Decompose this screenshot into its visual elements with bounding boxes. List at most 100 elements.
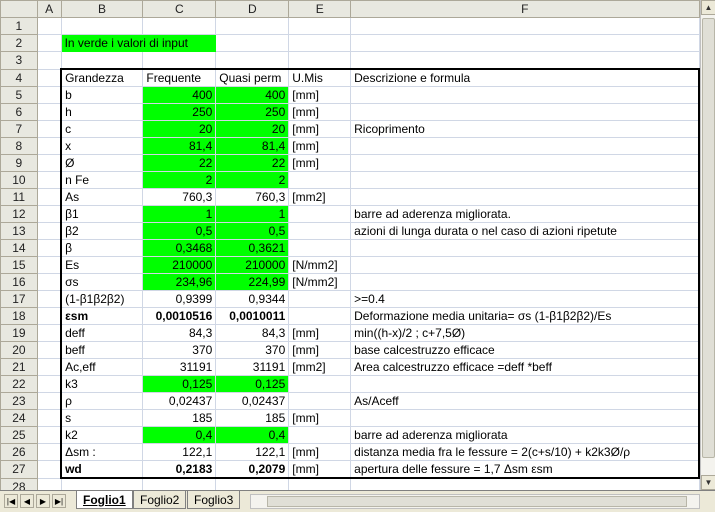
unit-cell[interactable] bbox=[288, 307, 352, 325]
cell[interactable] bbox=[36, 341, 62, 359]
frequente-value-cell[interactable]: 1 bbox=[142, 205, 217, 223]
description-cell[interactable] bbox=[350, 171, 700, 189]
cell[interactable] bbox=[36, 239, 62, 257]
header-description[interactable]: Descrizione e formula bbox=[350, 68, 700, 87]
row-header[interactable]: 5 bbox=[0, 86, 38, 104]
vertical-scrollbar[interactable]: ▲ ▼ bbox=[700, 0, 715, 490]
row-header[interactable]: 4 bbox=[0, 68, 38, 87]
prev-sheet-icon[interactable]: ◀ bbox=[20, 494, 34, 508]
row-header[interactable]: 14 bbox=[0, 239, 38, 257]
row-header[interactable]: 1 bbox=[0, 17, 38, 35]
unit-cell[interactable]: [mm2] bbox=[288, 188, 352, 206]
quantity-cell[interactable]: (1-β1β2β2) bbox=[60, 290, 144, 308]
description-cell[interactable]: Deformazione media unitaria= σs (1-β1β2β… bbox=[350, 307, 700, 325]
description-cell[interactable]: Area calcestruzzo efficace =deff *beff bbox=[350, 358, 700, 376]
cell[interactable] bbox=[36, 205, 62, 223]
description-cell[interactable]: azioni di lunga durata o nel caso di azi… bbox=[350, 222, 700, 240]
row-header[interactable]: 10 bbox=[0, 171, 38, 189]
description-cell[interactable] bbox=[350, 256, 700, 274]
row-header[interactable]: 26 bbox=[0, 443, 38, 461]
description-cell[interactable] bbox=[350, 154, 700, 172]
quasi-perm-value-cell[interactable]: 31191 bbox=[215, 358, 290, 376]
quantity-cell[interactable]: σs bbox=[60, 273, 144, 291]
frequente-value-cell[interactable]: 250 bbox=[142, 103, 217, 121]
unit-cell[interactable]: [mm] bbox=[288, 460, 352, 479]
cell[interactable] bbox=[36, 307, 62, 325]
row-header[interactable]: 7 bbox=[0, 120, 38, 138]
quasi-perm-value-cell[interactable]: 224,99 bbox=[215, 273, 290, 291]
cell[interactable] bbox=[36, 256, 62, 274]
quasi-perm-value-cell[interactable]: 400 bbox=[215, 86, 290, 104]
cell[interactable] bbox=[350, 34, 700, 52]
row-header[interactable]: 23 bbox=[0, 392, 38, 410]
row-header[interactable]: 27 bbox=[0, 460, 38, 479]
cell[interactable] bbox=[142, 17, 217, 35]
cell[interactable] bbox=[350, 17, 700, 35]
frequente-value-cell[interactable]: 2 bbox=[142, 171, 217, 189]
row-header[interactable]: 13 bbox=[0, 222, 38, 240]
cell[interactable] bbox=[142, 51, 217, 70]
quantity-cell[interactable]: wd bbox=[60, 460, 144, 479]
quasi-perm-value-cell[interactable]: 0,9344 bbox=[215, 290, 290, 308]
header-grandezza[interactable]: Grandezza bbox=[60, 68, 144, 87]
unit-cell[interactable]: [mm] bbox=[288, 103, 352, 121]
last-sheet-icon[interactable]: ▶| bbox=[52, 494, 66, 508]
unit-cell[interactable]: [mm] bbox=[288, 137, 352, 155]
unit-cell[interactable]: [mm] bbox=[288, 409, 352, 427]
quasi-perm-value-cell[interactable]: 0,125 bbox=[215, 375, 290, 393]
select-all-corner[interactable] bbox=[0, 0, 38, 18]
row-header[interactable]: 24 bbox=[0, 409, 38, 427]
scroll-up-icon[interactable]: ▲ bbox=[701, 0, 715, 15]
cell[interactable] bbox=[36, 51, 62, 70]
input-legend-cell[interactable]: In verde i valori di input bbox=[60, 34, 217, 52]
row-header[interactable]: 18 bbox=[0, 307, 38, 325]
cell[interactable] bbox=[215, 17, 290, 35]
cell-table[interactable]: A B C D E F 1 2 In verde i valori di inp… bbox=[0, 0, 700, 490]
description-cell[interactable] bbox=[350, 273, 700, 291]
cell[interactable] bbox=[36, 477, 62, 490]
row-header[interactable]: 2 bbox=[0, 34, 38, 52]
description-cell[interactable]: >=0.4 bbox=[350, 290, 700, 308]
row-header[interactable]: 15 bbox=[0, 256, 38, 274]
quasi-perm-value-cell[interactable]: 760,3 bbox=[215, 188, 290, 206]
frequente-value-cell[interactable]: 122,1 bbox=[142, 443, 217, 461]
tab-foglio2[interactable]: Foglio2 bbox=[133, 491, 187, 509]
unit-cell[interactable] bbox=[288, 426, 352, 444]
description-cell[interactable] bbox=[350, 86, 700, 104]
header-frequente[interactable]: Frequente bbox=[142, 68, 217, 87]
quasi-perm-value-cell[interactable]: 84,3 bbox=[215, 324, 290, 342]
description-cell[interactable]: min((h-x)/2 ; c+7,5Ø) bbox=[350, 324, 700, 342]
row-header[interactable]: 21 bbox=[0, 358, 38, 376]
unit-cell[interactable] bbox=[288, 239, 352, 257]
quantity-cell[interactable]: β bbox=[60, 239, 144, 257]
quantity-cell[interactable]: beff bbox=[60, 341, 144, 359]
quantity-cell[interactable]: k2 bbox=[60, 426, 144, 444]
row-header[interactable]: 19 bbox=[0, 324, 38, 342]
unit-cell[interactable] bbox=[288, 171, 352, 189]
cell[interactable] bbox=[36, 86, 62, 104]
quasi-perm-value-cell[interactable]: 2 bbox=[215, 171, 290, 189]
unit-cell[interactable] bbox=[288, 290, 352, 308]
frequente-value-cell[interactable]: 0,2183 bbox=[142, 460, 217, 479]
cell[interactable] bbox=[36, 137, 62, 155]
frequente-value-cell[interactable]: 400 bbox=[142, 86, 217, 104]
row-header[interactable]: 22 bbox=[0, 375, 38, 393]
column-header-f[interactable]: F bbox=[350, 0, 700, 18]
next-sheet-icon[interactable]: ▶ bbox=[36, 494, 50, 508]
quasi-perm-value-cell[interactable]: 20 bbox=[215, 120, 290, 138]
quantity-cell[interactable]: As bbox=[60, 188, 144, 206]
cell[interactable] bbox=[288, 34, 352, 52]
quantity-cell[interactable]: ρ bbox=[60, 392, 144, 410]
column-header-e[interactable]: E bbox=[288, 0, 352, 18]
unit-cell[interactable]: [N/mm2] bbox=[288, 256, 352, 274]
unit-cell[interactable]: [mm] bbox=[288, 86, 352, 104]
frequente-value-cell[interactable]: 0,3468 bbox=[142, 239, 217, 257]
row-header[interactable]: 6 bbox=[0, 103, 38, 121]
header-quasi-perm[interactable]: Quasi perm bbox=[215, 68, 290, 87]
quantity-cell[interactable]: h bbox=[60, 103, 144, 121]
description-cell[interactable]: barre ad aderenza migliorata bbox=[350, 426, 700, 444]
row-header[interactable]: 17 bbox=[0, 290, 38, 308]
cell[interactable] bbox=[288, 477, 352, 490]
quasi-perm-value-cell[interactable]: 1 bbox=[215, 205, 290, 223]
quantity-cell[interactable]: k3 bbox=[60, 375, 144, 393]
